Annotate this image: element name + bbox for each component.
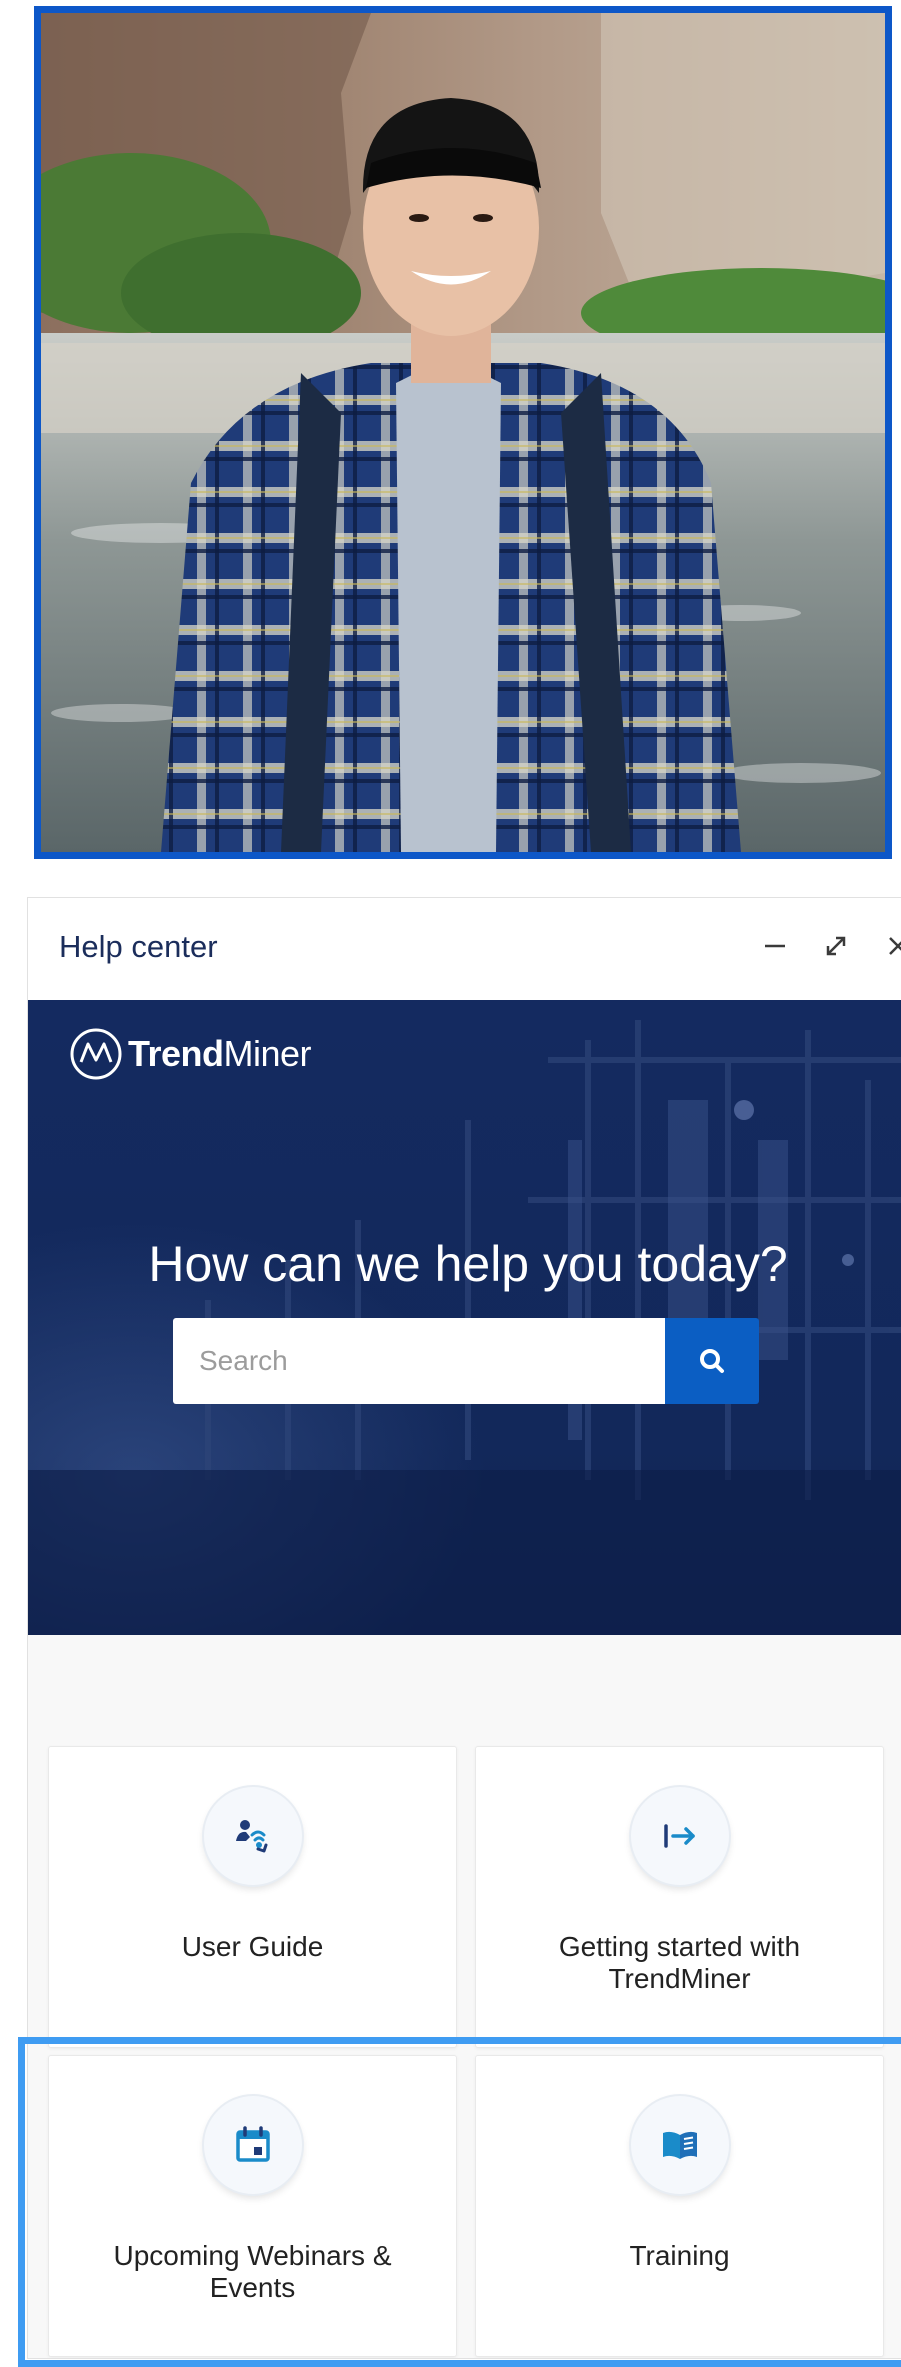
expand-button[interactable] xyxy=(816,926,856,966)
card-label: Training xyxy=(629,2240,730,2271)
search-bar xyxy=(173,1318,759,1404)
card-label: User Guide xyxy=(181,1931,324,1962)
book-icon xyxy=(662,2131,697,2159)
hero-heading: How can we help you today? xyxy=(148,1236,788,1292)
card-icon-circle xyxy=(630,1787,729,1885)
card-user-guide[interactable]: User Guide xyxy=(48,1746,457,2048)
expand-icon xyxy=(826,936,846,956)
search-button[interactable] xyxy=(665,1318,759,1404)
card-getting-started[interactable]: Getting started with TrendMiner xyxy=(475,1746,884,2048)
trendminer-logo-icon xyxy=(70,1028,122,1080)
brand-name-light: Miner xyxy=(223,1033,312,1074)
help-hero-banner: TrendMiner How can we help you today? xyxy=(28,1000,901,1635)
card-label: Getting started with TrendMiner xyxy=(558,1931,801,1994)
trendminer-logo: TrendMiner xyxy=(68,1026,312,1082)
close-button[interactable] xyxy=(878,926,901,966)
close-icon xyxy=(889,937,901,955)
user-guide-icon xyxy=(235,1820,267,1853)
arrow-right-to-icon xyxy=(663,1824,695,1848)
minimize-icon xyxy=(765,944,785,948)
card-training[interactable]: Training xyxy=(475,2055,884,2357)
help-center-title: Help center xyxy=(59,929,218,964)
help-center-header: Help center xyxy=(28,898,901,1001)
minimize-button[interactable] xyxy=(755,926,795,966)
portrait-image xyxy=(41,13,885,852)
search-icon xyxy=(700,1349,724,1373)
calendar-icon xyxy=(235,2126,270,2162)
card-icon-circle xyxy=(203,2096,302,2194)
portrait-photo xyxy=(34,6,892,859)
card-label: Upcoming Webinars & Events xyxy=(113,2240,392,2303)
brand-name-bold: Trend xyxy=(128,1033,224,1074)
help-center-panel: Help center TrendMiner How can we help y… xyxy=(27,897,901,2359)
brand-name: TrendMiner xyxy=(128,1033,312,1075)
card-icon-circle xyxy=(630,2096,729,2194)
card-webinars-events[interactable]: Upcoming Webinars & Events xyxy=(48,2055,457,2357)
search-input[interactable] xyxy=(173,1318,665,1404)
card-icon-circle xyxy=(203,1787,302,1885)
